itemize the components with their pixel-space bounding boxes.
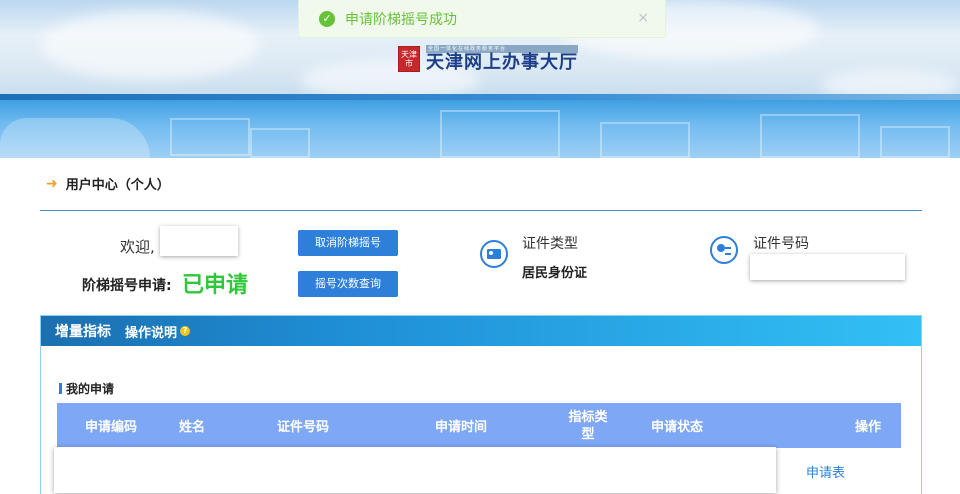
id-card-icon bbox=[480, 240, 508, 268]
close-icon[interactable]: × bbox=[637, 10, 649, 26]
table-header-row: 申请编码 姓名 证件号码 申请时间 指标类型 申请状态 操作 bbox=[57, 403, 901, 448]
page-title-text: 用户中心（个人） bbox=[65, 178, 170, 193]
col-apply-time: 申请时间 bbox=[421, 403, 533, 448]
check-circle-icon: ✓ bbox=[319, 10, 335, 27]
section-marker bbox=[59, 383, 62, 394]
person-card-icon bbox=[710, 236, 738, 264]
decorative-banner bbox=[0, 100, 960, 158]
col-name: 姓名 bbox=[167, 403, 267, 448]
col-quota-type-label: 指标类型 bbox=[568, 409, 608, 442]
application-form-link[interactable]: 申请表 bbox=[806, 462, 845, 481]
col-quota-type: 指标类型 bbox=[533, 403, 643, 448]
arrow-right-icon: ➜ bbox=[46, 175, 58, 192]
id-type-label: 证件类型 bbox=[522, 236, 578, 252]
cancel-ladder-lottery-button[interactable]: 取消阶梯摇号 bbox=[298, 230, 398, 256]
page-title: ➜ 用户中心（个人） bbox=[46, 174, 170, 194]
tab-bar: 增量指标 操作说明 ? bbox=[41, 316, 921, 346]
welcome-label: 欢迎, bbox=[120, 238, 155, 256]
id-number-label: 证件号码 bbox=[753, 236, 809, 252]
site-title: 天津网上办事大厅 bbox=[426, 52, 578, 73]
tab-incremental-quota[interactable]: 增量指标 bbox=[55, 321, 111, 341]
ladder-lottery-label: 阶梯摇号申请: bbox=[82, 278, 172, 294]
toast-message: 申请阶梯摇号成功 bbox=[345, 11, 457, 28]
section-title-text: 我的申请 bbox=[66, 382, 115, 396]
help-icon: ? bbox=[180, 326, 191, 336]
divider bbox=[40, 210, 922, 211]
site-logo[interactable]: 天津市 全国一体化在线政务服务平台 天津网上办事大厅 bbox=[398, 44, 578, 74]
id-number-redacted bbox=[750, 254, 905, 280]
id-type-value: 居民身份证 bbox=[522, 266, 588, 281]
tianjin-seal-icon: 天津市 bbox=[398, 46, 420, 72]
tab-instructions[interactable]: 操作说明 ? bbox=[125, 322, 191, 341]
section-title: 我的申请 bbox=[59, 380, 114, 397]
col-apply-status: 申请状态 bbox=[643, 403, 803, 448]
col-application-code: 申请编码 bbox=[57, 403, 167, 448]
success-toast: ✓ 申请阶梯摇号成功 × bbox=[298, 0, 666, 38]
ladder-lottery-status: 已申请 bbox=[182, 273, 249, 298]
lottery-count-query-button[interactable]: 摇号次数查询 bbox=[298, 271, 398, 297]
tab-instructions-label: 操作说明 bbox=[125, 325, 178, 341]
car-silhouette bbox=[0, 118, 150, 158]
col-action: 操作 bbox=[803, 403, 901, 448]
col-id-number: 证件号码 bbox=[267, 403, 421, 448]
row-redacted bbox=[54, 447, 776, 493]
username-redacted bbox=[160, 226, 238, 256]
